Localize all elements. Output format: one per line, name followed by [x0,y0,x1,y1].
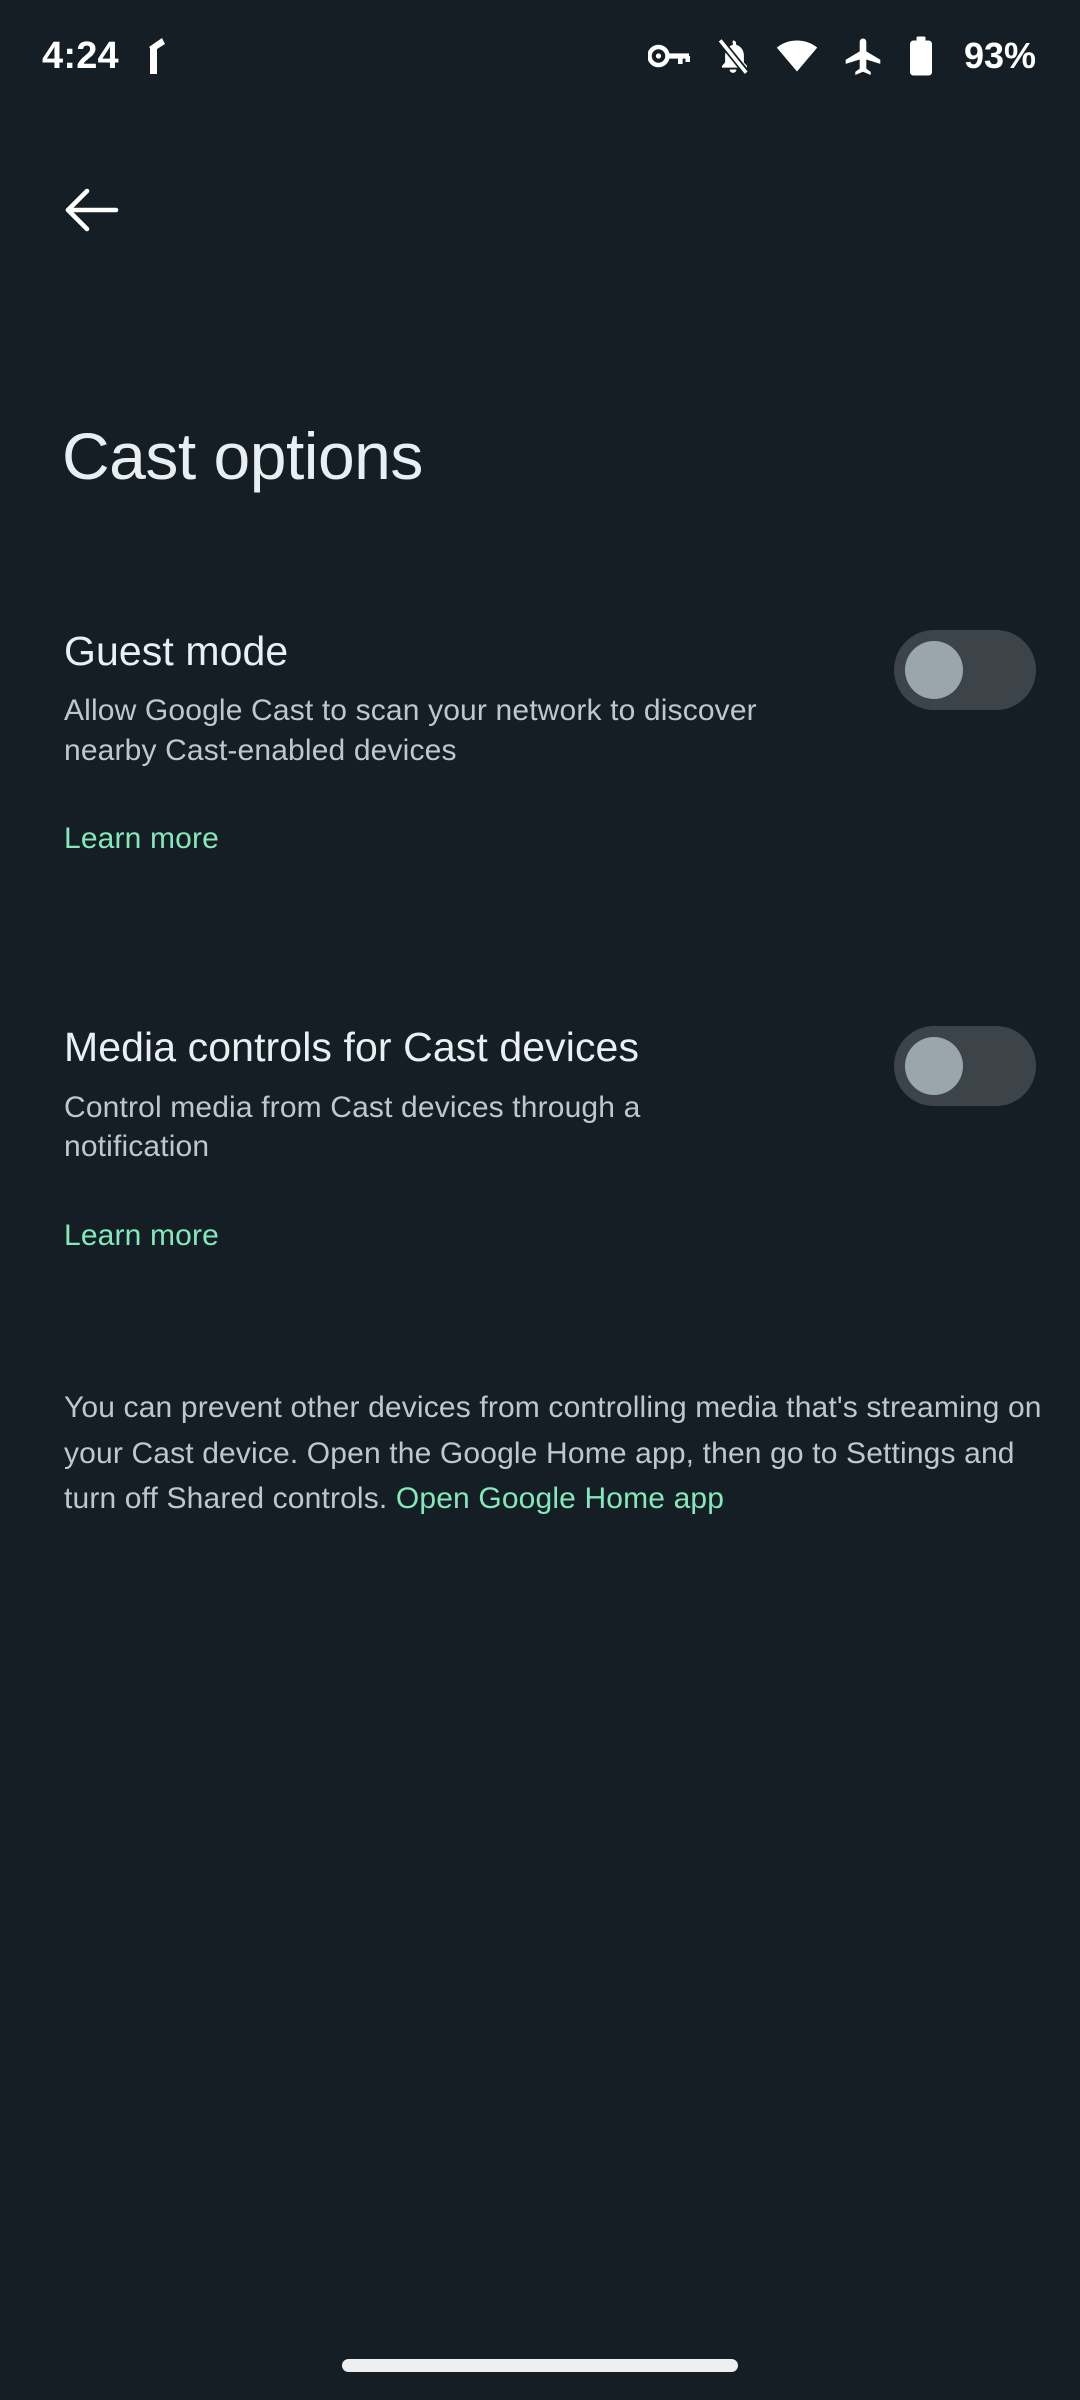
preference-summary: Allow Google Cast to scan your network t… [64,694,757,767]
notification-glyph-icon [145,37,171,75]
airplane-mode-icon [844,37,882,75]
back-arrow-icon [65,187,119,238]
footer-note: You can prevent other devices from contr… [64,1385,1046,1522]
preference-row-guest-mode[interactable]: Guest mode Allow Google Cast to scan you… [0,620,1080,770]
preference-row-media-controls[interactable]: Media controls for Cast devices Control … [0,1016,1080,1166]
preference-list: Guest mode Allow Google Cast to scan you… [0,620,1080,1253]
page-title: Cast options [62,419,423,493]
gesture-navigation-bar[interactable] [342,2359,738,2372]
preference-title: Media controls for Cast devices [64,1024,640,1071]
status-bar-clock: 4:24 [42,35,119,77]
battery-percentage: 93% [963,35,1036,76]
learn-more-link-guest-mode[interactable]: Learn more [64,822,219,856]
battery-icon [908,36,934,76]
status-bar-left: 4:24 [42,37,171,75]
status-bar: 4:24 93% [0,0,1080,112]
bell-off-icon [716,37,750,75]
open-google-home-app-link[interactable]: Open Google Home app [396,1482,724,1515]
vpn-key-icon [647,41,690,71]
toggle-thumb [905,1037,963,1096]
preference-summary: Control media from Cast devices through … [64,1090,641,1164]
back-button[interactable] [48,168,136,256]
media-controls-toggle[interactable] [894,1026,1036,1107]
preference-text-guest-mode: Guest mode Allow Google Cast to scan you… [64,620,894,770]
guest-mode-toggle[interactable] [894,630,1036,710]
learn-more-link-media-controls[interactable]: Learn more [64,1219,219,1253]
toggle-thumb [905,641,963,699]
status-bar-right: 93% [647,35,1036,76]
preference-text-media-controls: Media controls for Cast devices Control … [64,1016,894,1166]
preference-title: Guest mode [64,628,289,674]
wifi-icon [776,40,818,72]
app-bar [0,160,1080,270]
